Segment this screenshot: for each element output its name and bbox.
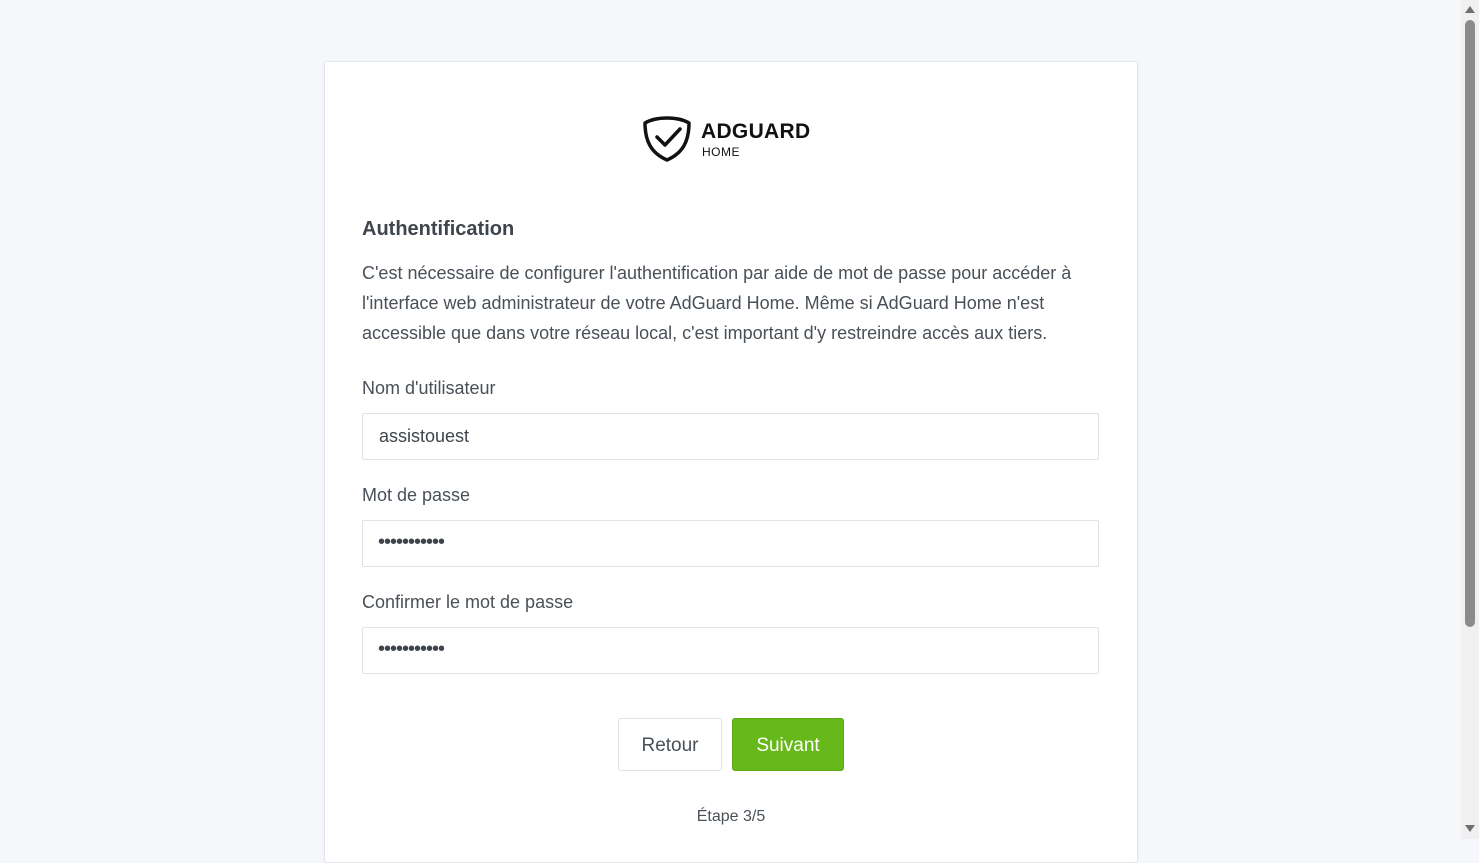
vertical-scrollbar[interactable] [1461,0,1479,839]
confirm-password-value: ••••••••••• [378,638,445,660]
back-button[interactable]: Retour [618,718,722,771]
username-label: Nom d'utilisateur [362,378,496,398]
confirm-password-label: Confirmer le mot de passe [362,592,574,612]
scroll-up-arrow-icon[interactable] [1465,6,1475,13]
setup-card: ADGUARD HOME Authentification C'est néce… [324,61,1138,863]
logo-sub-text: HOME [702,145,740,159]
scroll-down-arrow-icon[interactable] [1465,825,1475,832]
next-button[interactable]: Suivant [732,718,844,771]
section-title: Authentification [362,218,515,240]
password-label: Mot de passe [362,485,471,505]
password-value: ••••••••••• [378,531,445,553]
step-indicator: Étape 3/5 [696,808,766,825]
section-description: C'est nécessaire de configurer l'authent… [362,263,1072,343]
scrollbar-thumb[interactable] [1465,20,1475,627]
confirm-password-field[interactable]: ••••••••••• [362,627,1099,674]
username-field[interactable]: assistouest [362,413,1099,460]
adguard-logo: ADGUARD HOME [643,115,823,162]
username-value: assistouest [379,426,470,446]
shield-check-icon [643,116,691,162]
logo-brand-text: ADGUARD [701,120,811,143]
page-viewport: ADGUARD HOME Authentification C'est néce… [0,0,1461,863]
password-field[interactable]: ••••••••••• [362,520,1099,567]
